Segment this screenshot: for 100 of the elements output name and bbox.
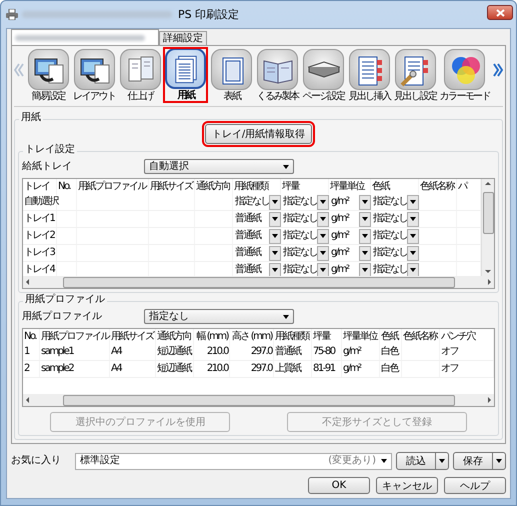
table-cell: 自動選択	[23, 194, 57, 210]
table-dropdown[interactable]: 指定なし	[281, 228, 329, 244]
caret-icon	[496, 459, 502, 463]
table-cell: A4	[110, 361, 156, 377]
scroll-left-icon	[26, 279, 29, 285]
table-cell: 210.0	[194, 361, 230, 377]
table-dropdown[interactable]: 指定なし	[371, 211, 419, 227]
table-dropdown[interactable]: 指定なし	[233, 194, 281, 210]
caret-icon	[381, 459, 387, 463]
scroll-thumb[interactable]	[62, 276, 454, 288]
close-button[interactable]	[487, 5, 513, 20]
dropdown[interactable]: 自動選択	[144, 159, 294, 174]
table-dropdown[interactable]: 普通紙	[233, 245, 281, 261]
table-cell: 81-91	[312, 361, 342, 377]
column-header[interactable]: 通紙方向	[195, 179, 233, 194]
toolbar-button[interactable]	[394, 49, 436, 90]
field-label: 用紙プロファイル	[22, 310, 103, 322]
dropdown[interactable]: 指定なし	[144, 309, 294, 324]
toolbar-button[interactable]	[28, 49, 69, 90]
column-header[interactable]: 色紙名称	[419, 179, 457, 194]
printer-icon	[6, 9, 18, 20]
table-dropdown[interactable]: 普通紙	[233, 211, 281, 227]
column-header[interactable]: 高さ (mm)	[230, 329, 274, 344]
caret-icon	[362, 268, 368, 272]
scroll-down-icon	[485, 270, 491, 273]
table-cell: g/m²	[342, 361, 380, 377]
caret-icon	[272, 251, 278, 255]
column-header[interactable]: 通紙方向	[156, 329, 194, 344]
table-dropdown[interactable]: g/m²	[329, 245, 371, 261]
toolbar-button[interactable]	[348, 49, 390, 90]
caret-icon	[283, 164, 289, 168]
table-cell: 上質紙	[274, 361, 312, 377]
caret-icon	[410, 234, 416, 238]
toolbar-button[interactable]	[211, 49, 252, 90]
column-header[interactable]: 用紙サイズ	[149, 179, 195, 194]
column-header[interactable]: 坪量	[312, 329, 342, 344]
caret-icon	[362, 234, 368, 238]
column-header[interactable]: 坪量	[281, 179, 329, 194]
column-header[interactable]: パンチ穴	[440, 329, 494, 344]
favorites-field[interactable]: 標準設定 (変更あり)	[75, 452, 392, 470]
toolbar-label: ページ設定	[302, 91, 345, 103]
split-button[interactable]: 保存	[453, 452, 506, 470]
field-note: (変更あり)	[328, 455, 376, 467]
table-dropdown[interactable]: 指定なし	[281, 194, 329, 210]
caret-icon	[362, 251, 368, 255]
column-header[interactable]: 色紙	[371, 179, 419, 194]
caret-icon	[362, 217, 368, 221]
toolbar-button[interactable]	[165, 48, 206, 89]
table-dropdown[interactable]: 普通紙	[233, 228, 281, 244]
window-title: PS 印刷設定	[178, 8, 240, 22]
toolbar-button[interactable]	[303, 49, 344, 90]
table-dropdown[interactable]: 指定なし	[371, 228, 419, 244]
table-cell: オフ	[440, 344, 494, 360]
column-header[interactable]: 用紙種類	[274, 329, 312, 344]
column-header[interactable]: 用紙サイズ	[110, 329, 156, 344]
column-header[interactable]: 色紙名称	[402, 329, 440, 344]
column-header[interactable]: No.	[23, 329, 40, 344]
tab[interactable]: 詳細設定	[159, 31, 207, 45]
caret-icon	[320, 251, 326, 255]
group-title: 用紙プロファイル	[23, 294, 107, 306]
fetch-button[interactable]: トレイ/用紙情報取得	[204, 124, 312, 144]
table-dropdown[interactable]: 指定なし	[371, 245, 419, 261]
scrollbar[interactable]	[481, 179, 494, 276]
table-dropdown[interactable]: g/m²	[329, 228, 371, 244]
toolbar-button[interactable]	[257, 49, 298, 90]
column-header[interactable]: 幅 (mm)	[194, 329, 230, 344]
split-button[interactable]: 読込	[396, 452, 449, 470]
toolbar-button[interactable]	[74, 49, 115, 90]
column-header[interactable]: 用紙プロファイル	[77, 179, 149, 194]
group-title: 用紙	[19, 112, 43, 124]
column-header[interactable]: 用紙種類	[233, 179, 281, 194]
column-header[interactable]: 坪量単位	[329, 179, 371, 194]
table-cell: 2	[23, 361, 40, 377]
column-header[interactable]: トレイ	[23, 179, 57, 194]
table-dropdown[interactable]: 指定なし	[371, 194, 419, 210]
column-header[interactable]: 坪量単位	[342, 329, 380, 344]
table-cell: 白色	[380, 361, 402, 377]
table-cell: 210.0	[194, 344, 230, 360]
scrollbar[interactable]	[23, 394, 494, 406]
table-cell: オフ	[440, 361, 494, 377]
column-header[interactable]: No.	[57, 179, 77, 194]
table-dropdown[interactable]: 指定なし	[281, 245, 329, 261]
scroll-thumb[interactable]	[482, 192, 494, 234]
column-header[interactable]: 用紙プロファイル	[40, 329, 110, 344]
table-dropdown[interactable]: g/m²	[329, 194, 371, 210]
paper-stack-icon	[308, 61, 340, 78]
scroll-thumb[interactable]	[62, 394, 454, 406]
toolbar-label: 簡易設定	[32, 91, 66, 103]
table-cell: sample2	[40, 361, 110, 377]
scrollbar[interactable]	[23, 276, 494, 288]
dialog-button[interactable]: キャンセル	[376, 477, 438, 494]
column-header[interactable]: 色紙	[380, 329, 402, 344]
caret-icon	[439, 459, 445, 463]
table-dropdown[interactable]: g/m²	[329, 211, 371, 227]
table-cell: A4	[110, 344, 156, 360]
dialog-button[interactable]: OK	[308, 477, 370, 494]
caret-icon	[320, 217, 326, 221]
dialog-button[interactable]: ヘルプ	[444, 477, 506, 494]
table-dropdown[interactable]: 指定なし	[281, 211, 329, 227]
caret-icon	[283, 314, 289, 318]
